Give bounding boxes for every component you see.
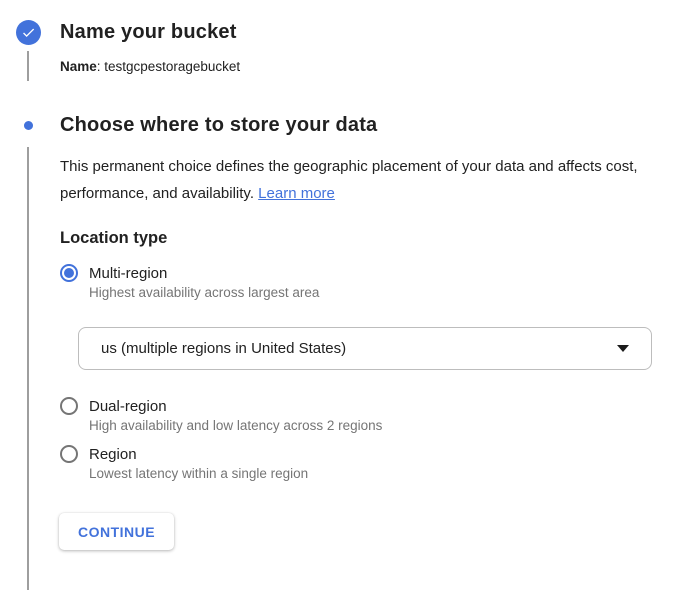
step2-body: This permanent choice defines the geogra…	[0, 147, 679, 590]
step1-title: Name your bucket	[60, 21, 237, 44]
location-select-value: us (multiple regions in United States)	[101, 340, 617, 357]
dropdown-arrow-icon	[617, 345, 629, 352]
location-type-heading: Location type	[60, 229, 679, 248]
step1-rail	[0, 20, 56, 45]
step2-title: Choose where to store your data	[60, 114, 377, 137]
radio-button-region[interactable]	[60, 445, 78, 463]
create-bucket-wizard: Name your bucket Name: testgcpestoragebu…	[0, 0, 679, 590]
bucket-name-summary: Name: testgcpestoragebucket	[60, 51, 679, 81]
radio-label-region[interactable]: Region	[89, 446, 137, 463]
step1-body: Name: testgcpestoragebucket	[0, 51, 679, 81]
step1-header[interactable]: Name your bucket	[0, 18, 679, 46]
stepper-connector-line	[27, 51, 29, 81]
location-select[interactable]: us (multiple regions in United States)	[78, 327, 652, 370]
step2-connector	[0, 147, 56, 590]
radio-description-region: Lowest latency within a single region	[89, 466, 679, 481]
radio-option-multi-region[interactable]: Multi-region	[60, 264, 679, 282]
radio-description-dual-region: High availability and low latency across…	[89, 418, 679, 433]
learn-more-link[interactable]: Learn more	[258, 185, 335, 202]
active-step-dot	[24, 121, 33, 130]
radio-selected-dot	[64, 268, 74, 278]
radio-option-dual-region[interactable]: Dual-region	[60, 397, 679, 415]
step-choose-where-to-store: Choose where to store your data This per…	[0, 111, 679, 590]
radio-button-dual-region[interactable]	[60, 397, 78, 415]
continue-button[interactable]: CONTINUE	[59, 513, 174, 550]
bucket-name-value: : testgcpestoragebucket	[97, 59, 240, 74]
bucket-name-label: Name	[60, 59, 97, 74]
stepper-connector-line	[27, 147, 29, 590]
step1-connector	[0, 51, 56, 81]
radio-description-multi-region: Highest availability across largest area	[89, 285, 679, 300]
location-description: This permanent choice defines the geogra…	[60, 153, 656, 207]
radio-button-multi-region[interactable]	[60, 264, 78, 282]
step-name-your-bucket: Name your bucket Name: testgcpestoragebu…	[0, 18, 679, 81]
step-complete-check-icon	[16, 20, 41, 45]
step2-rail	[0, 121, 56, 130]
radio-label-dual-region[interactable]: Dual-region	[89, 398, 167, 415]
radio-label-multi-region[interactable]: Multi-region	[89, 265, 167, 282]
location-description-text: This permanent choice defines the geogra…	[60, 158, 638, 202]
step2-header[interactable]: Choose where to store your data	[0, 111, 679, 139]
radio-option-region[interactable]: Region	[60, 445, 679, 463]
